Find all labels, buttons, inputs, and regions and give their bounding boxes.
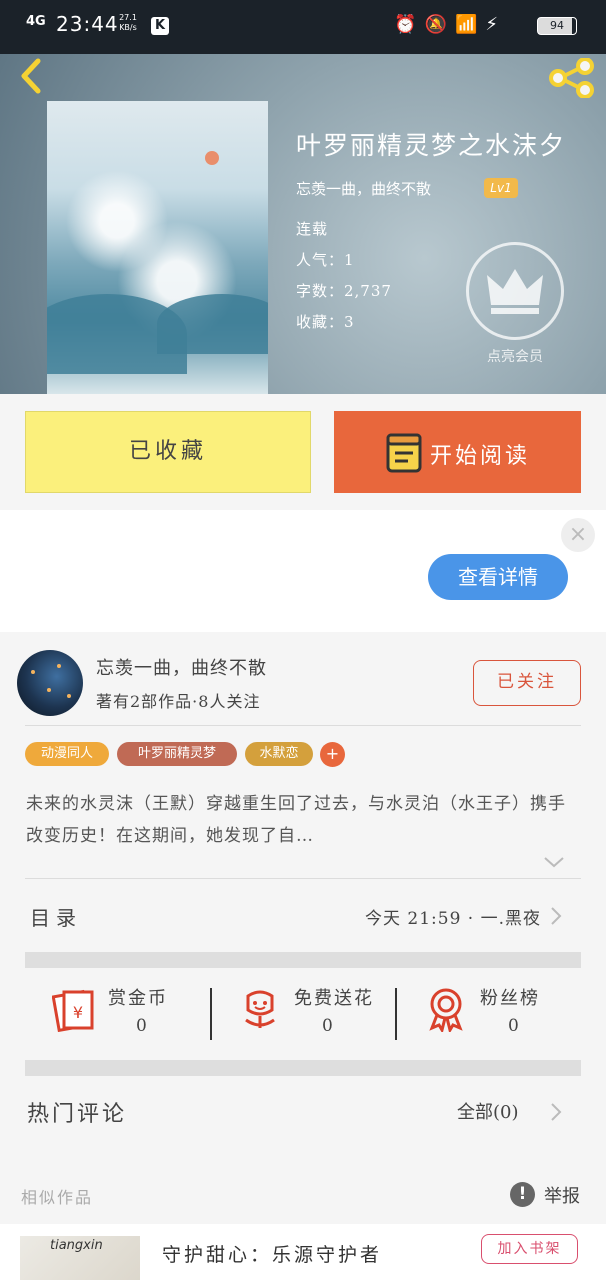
author-level-badge: Lv1 (484, 178, 518, 198)
card-author-stats: 著有2部作品·8人关注 (96, 692, 261, 711)
flower-icon (245, 990, 275, 1028)
book-word-count: 字数：2,737 (296, 282, 392, 300)
book-cover[interactable] (47, 101, 268, 394)
back-button[interactable] (16, 56, 50, 96)
book-title: 叶罗丽精灵梦之水沫夕 (296, 131, 567, 160)
table-of-contents-row[interactable]: 目录 今天 21:59 · 一.黑夜 (25, 882, 581, 948)
free-flower-button[interactable]: 免费送花 0 (212, 982, 398, 1040)
add-to-shelf-button[interactable]: 加入书架 (481, 1234, 578, 1264)
alarm-icon: ⏰ (394, 14, 425, 35)
divider (25, 878, 581, 879)
gift-label: 粉丝榜 (480, 988, 540, 1009)
gift-label: 免费送花 (294, 988, 374, 1009)
recommended-cover[interactable]: tiangxin (20, 1236, 140, 1280)
clock: 23:44 (56, 12, 119, 36)
avatar-lantern (57, 664, 61, 668)
net-speed: 27.1 KB/s (119, 13, 137, 32)
mute-icon: 🔕 (424, 14, 455, 35)
gift-count: 0 (508, 1016, 519, 1036)
ad-banner: × 查看详情 (0, 510, 606, 632)
author-avatar[interactable] (17, 650, 83, 716)
tag-chip[interactable]: 叶罗丽精灵梦 (117, 742, 237, 766)
app-badge-icon: K (151, 17, 169, 35)
report-label: 举报 (544, 1186, 580, 1207)
book-author[interactable]: 忘羡一曲，曲终不散 (296, 178, 431, 199)
charging-icon: ⚡ (485, 14, 506, 35)
section-separator (25, 1060, 581, 1076)
book-details: 忘羡一曲，曲终不散 著有2部作品·8人关注 已关注 动漫同人 叶罗丽精灵梦 水默… (0, 632, 606, 1280)
divider (25, 725, 581, 726)
tag-chip[interactable]: 动漫同人 (25, 742, 109, 766)
start-reading-button[interactable]: 开始阅读 (334, 411, 581, 493)
book-header: 叶罗丽精灵梦之水沫夕 忘羡一曲，曲终不散 Lv1 连载 人气：1 字数：2,73… (0, 54, 606, 394)
avatar-lantern (31, 670, 35, 674)
section-separator (25, 952, 581, 968)
vip-label: 点亮会员 (487, 349, 543, 365)
fan-ranking-button[interactable]: 粉丝榜 0 (398, 982, 584, 1040)
latest-chapter: 今天 21:59 · 一.黑夜 (364, 909, 541, 929)
vip-button[interactable] (466, 242, 564, 340)
gift-label: 赏金币 (108, 988, 168, 1009)
svg-text:¥: ¥ (73, 1003, 83, 1022)
hot-comments-label: 热门评论 (27, 1102, 128, 1127)
cover-mountain (157, 294, 268, 354)
chevron-right-icon (551, 1103, 562, 1121)
add-tag-button[interactable]: + (320, 742, 345, 767)
recommended-title[interactable]: 守护甜心：乐源守护者 (162, 1240, 382, 1267)
tag-label: 动漫同人 (40, 746, 93, 761)
status-bar: 4G 23:44 27.1 KB/s K ⏰🔕📶⚡ 94 (0, 0, 606, 54)
tag-chip[interactable]: 水默恋 (245, 742, 313, 766)
network-indicator: 4G (26, 14, 46, 29)
gift-count: 0 (136, 1016, 147, 1036)
book-popularity: 人气：1 (296, 251, 355, 269)
avatar-lantern (67, 694, 71, 698)
book-icon (386, 433, 422, 473)
toc-label: 目录 (30, 906, 82, 930)
divider (395, 988, 397, 1040)
recommended-cover-text: tiangxin (50, 1238, 103, 1253)
book-status: 连载 (296, 220, 329, 238)
medal-icon (429, 988, 463, 1032)
battery-icon: 94 (537, 17, 577, 35)
gift-coins-button[interactable]: ¥ 赏金币 0 (26, 982, 212, 1040)
avatar-lantern (47, 688, 51, 692)
chevron-down-icon[interactable] (543, 854, 565, 870)
red-envelope-icon: ¥ (52, 989, 94, 1032)
gift-count: 0 (322, 1016, 333, 1036)
similar-works-label: 相似作品 (21, 1188, 94, 1207)
ad-close-button[interactable]: × (561, 518, 595, 552)
report-button[interactable]: ! 举报 (508, 1180, 590, 1210)
collected-button[interactable]: 已收藏 (25, 411, 311, 493)
chevron-right-icon (551, 907, 562, 925)
crown-icon (487, 269, 543, 314)
all-comments-link[interactable]: 全部(0) (457, 1098, 519, 1124)
action-bar: 已收藏 开始阅读 (0, 394, 606, 510)
status-icons: ⏰🔕📶⚡ (394, 14, 506, 35)
tag-label: 水默恋 (259, 746, 299, 761)
wifi-icon: 📶 (454, 14, 486, 35)
share-icon (549, 57, 594, 99)
follow-button[interactable]: 已关注 (473, 660, 581, 706)
hot-comments-row[interactable]: 热门评论 全部(0) (25, 1080, 581, 1146)
back-arrow-icon (21, 58, 41, 94)
recommended-book[interactable]: tiangxin 守护甜心：乐源守护者 加入书架 (0, 1224, 606, 1280)
card-author-name[interactable]: 忘羡一曲，曲终不散 (96, 654, 267, 680)
book-intro[interactable]: 未来的水灵沫（王默）穿越重生回了过去，与水灵泊（水王子）携手改变历史！在这期间，… (26, 788, 574, 852)
tag-label: 叶罗丽精灵梦 (137, 746, 216, 761)
share-button[interactable] (548, 57, 596, 99)
alert-icon: ! (510, 1182, 535, 1207)
view-details-button[interactable]: 查看详情 (428, 554, 568, 600)
cover-sun (205, 151, 219, 165)
book-favorites: 收藏：3 (296, 313, 355, 331)
start-reading-label: 开始阅读 (430, 444, 531, 469)
